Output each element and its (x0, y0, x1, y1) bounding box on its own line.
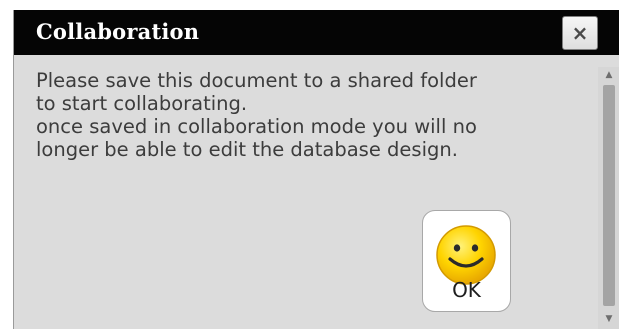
ok-button[interactable]: OK (422, 210, 511, 312)
dialog-message: Please save this document to a shared fo… (36, 69, 561, 161)
message-line: longer be able to edit the database desi… (36, 138, 458, 161)
close-icon: × (571, 21, 589, 45)
vertical-scrollbar[interactable]: ▲ ▼ (598, 67, 619, 329)
scroll-up-icon[interactable]: ▲ (598, 67, 619, 83)
message-line: Please save this document to a shared fo… (36, 69, 477, 92)
message-line: once saved in collaboration mode you wil… (36, 115, 477, 138)
dialog-title: Collaboration (36, 19, 200, 44)
dialog-titlebar: Collaboration × (14, 10, 619, 55)
ok-button-label: OK (452, 278, 481, 302)
collaboration-dialog: Collaboration × Please save this documen… (13, 10, 619, 329)
scroll-down-icon[interactable]: ▼ (598, 311, 619, 327)
message-line: to start collaborating. (36, 92, 248, 115)
scrollbar-thumb[interactable] (603, 85, 615, 306)
close-button[interactable]: × (562, 16, 598, 50)
